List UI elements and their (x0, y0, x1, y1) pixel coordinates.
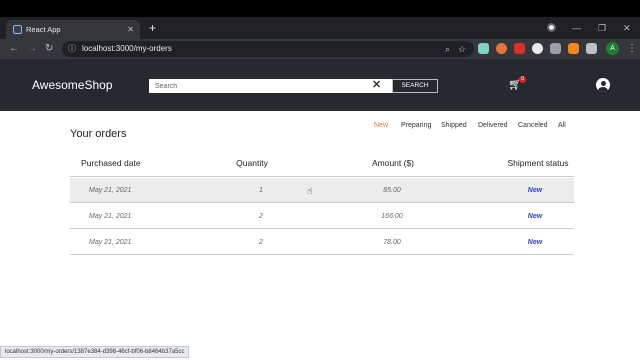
minimize-icon[interactable]: — (572, 20, 581, 36)
mouse-pointer-icon: ☝︎ (307, 186, 313, 196)
extension-icon[interactable] (550, 43, 561, 54)
order-amount: 166.00 (381, 213, 403, 220)
column-header-amount: Amount ($) (371, 158, 415, 168)
filter-canceled[interactable]: Canceled (518, 122, 548, 129)
address-bar[interactable]: ⓘ localhost:3000/my-orders ⌕ ☆ (62, 41, 474, 57)
order-date: May 21, 2021 (89, 213, 132, 220)
user-circle-icon[interactable] (596, 78, 610, 92)
order-quantity: 1 (259, 187, 263, 194)
table-header: Purchased date Quantity Amount ($) Shipm… (70, 149, 574, 177)
zoom-icon[interactable]: ⌕ (445, 41, 450, 57)
menu-dots-icon[interactable]: ⋮ (627, 41, 637, 57)
record-icon[interactable] (547, 23, 556, 32)
browser-toolbar: ← → ↻ ⓘ localhost:3000/my-orders ⌕ ☆ A ⋮ (0, 39, 640, 59)
extension-icon[interactable] (514, 43, 525, 54)
react-favicon-icon (13, 25, 22, 34)
search-input[interactable] (149, 79, 392, 93)
column-header-date: Purchased date (81, 158, 141, 168)
column-header-status: Shipment status (507, 158, 569, 168)
column-header-quantity: Quantity (236, 158, 268, 168)
app-navbar: AwesomeShop ✕ SEARCH 🛒︎ 0 (0, 59, 640, 111)
web-app: AwesomeShop ✕ SEARCH 🛒︎ 0 Your orders Ne… (0, 59, 640, 360)
filter-new[interactable]: New (374, 122, 388, 129)
profile-avatar[interactable]: A (606, 42, 619, 55)
back-icon[interactable]: ← (9, 41, 19, 57)
order-quantity: 2 (259, 213, 263, 220)
browser-tab-bar: React App ✕ + — ❐ ✕ (0, 17, 640, 39)
extension-icon[interactable] (532, 43, 543, 54)
order-status: New (527, 239, 543, 246)
table-row[interactable]: May 21, 2021 2 166.00 New (70, 204, 574, 229)
site-info-icon[interactable]: ⓘ (68, 41, 76, 57)
maximize-icon[interactable]: ❐ (598, 20, 606, 36)
filter-shipped[interactable]: Shipped (441, 122, 467, 129)
close-icon[interactable]: ✕ (372, 78, 381, 92)
brand-logo[interactable]: AwesomeShop (32, 77, 113, 93)
browser-tab[interactable]: React App ✕ (6, 20, 140, 39)
puzzle-icon[interactable] (586, 43, 597, 54)
window-close-icon[interactable]: ✕ (623, 20, 631, 36)
filter-all[interactable]: All (558, 122, 566, 129)
tab-close-icon[interactable]: ✕ (127, 20, 134, 39)
order-status: New (527, 213, 543, 220)
new-tab-icon[interactable]: + (149, 20, 156, 36)
screen: React App ✕ + — ❐ ✕ ← → ↻ ⓘ localhost:30… (0, 0, 640, 360)
order-status: New (527, 187, 543, 194)
reload-icon[interactable]: ↻ (45, 41, 53, 57)
order-amount: 85.00 (383, 187, 401, 194)
metamask-icon[interactable] (568, 43, 579, 54)
extension-icon[interactable] (496, 43, 507, 54)
filter-preparing[interactable]: Preparing (401, 122, 431, 129)
filter-delivered[interactable]: Delivered (478, 122, 508, 129)
forward-icon[interactable]: → (27, 41, 37, 57)
browser-status-bar: localhost:3000/my-orders/1387e384-d398-4… (0, 346, 190, 358)
search-button[interactable]: SEARCH (392, 79, 438, 93)
order-amount: 78.00 (383, 239, 401, 246)
tab-title: React App (26, 25, 61, 34)
bookmark-star-icon[interactable]: ☆ (458, 41, 466, 57)
table-row[interactable]: May 21, 2021 1 85.00 New (70, 178, 574, 203)
cart-count-badge: 0 (519, 76, 526, 83)
address-url: localhost:3000/my-orders (82, 44, 172, 53)
order-date: May 21, 2021 (89, 239, 132, 246)
page-title: Your orders (70, 128, 127, 140)
order-quantity: 2 (259, 239, 263, 246)
order-date: May 21, 2021 (89, 187, 132, 194)
extension-icon[interactable] (478, 43, 489, 54)
table-row[interactable]: May 21, 2021 2 78.00 New (70, 230, 574, 255)
